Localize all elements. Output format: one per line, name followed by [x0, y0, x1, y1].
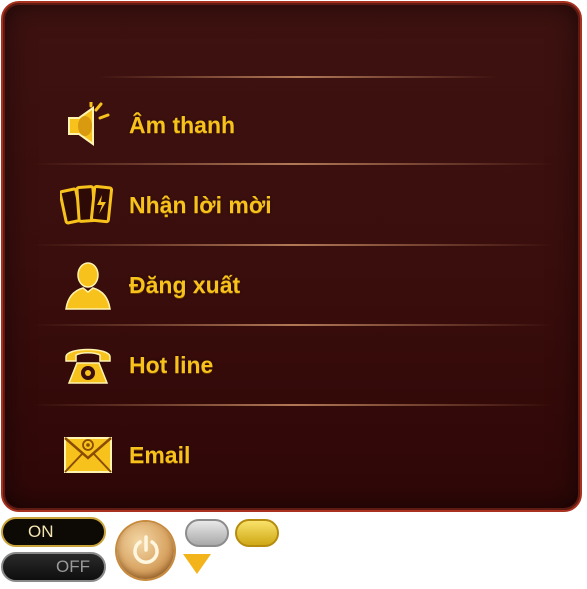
menu-item-sound[interactable]: Âm thanh: [59, 97, 539, 153]
on-button[interactable]: ON: [1, 517, 106, 547]
menu-item-label: Email: [129, 441, 191, 468]
power-icon: [132, 534, 159, 564]
divider: [33, 244, 553, 246]
menu-item-label: Hot line: [129, 351, 214, 378]
dropdown-arrow-icon[interactable]: [183, 554, 211, 574]
menu-item-label: Âm thanh: [129, 111, 236, 138]
settings-panel: Âm thanh Nhận lời mời Đăng xuất Hot line…: [1, 1, 582, 512]
menu-item-logout[interactable]: Đăng xuất: [59, 257, 539, 313]
off-label: OFF: [56, 557, 90, 576]
envelope-icon: [59, 429, 117, 481]
telephone-icon: [59, 339, 117, 391]
menu-item-label: Đăng xuất: [129, 271, 241, 298]
toggle-gold[interactable]: [235, 519, 279, 547]
divider: [33, 404, 553, 406]
menu-item-label: Nhận lời mời: [129, 191, 272, 218]
on-label: ON: [28, 522, 54, 541]
divider: [33, 163, 553, 165]
power-button[interactable]: [117, 522, 174, 579]
divider: [98, 76, 498, 78]
divider: [33, 324, 553, 326]
menu-item-invitation[interactable]: Nhận lời mời: [59, 177, 539, 233]
off-button[interactable]: OFF: [1, 552, 106, 582]
cards-icon: [59, 179, 117, 231]
user-icon: [59, 259, 117, 311]
menu-item-email[interactable]: Email: [59, 427, 539, 483]
menu-item-hotline[interactable]: Hot line: [59, 337, 539, 393]
toggle-grey[interactable]: [185, 519, 229, 547]
speaker-icon: [59, 99, 117, 151]
